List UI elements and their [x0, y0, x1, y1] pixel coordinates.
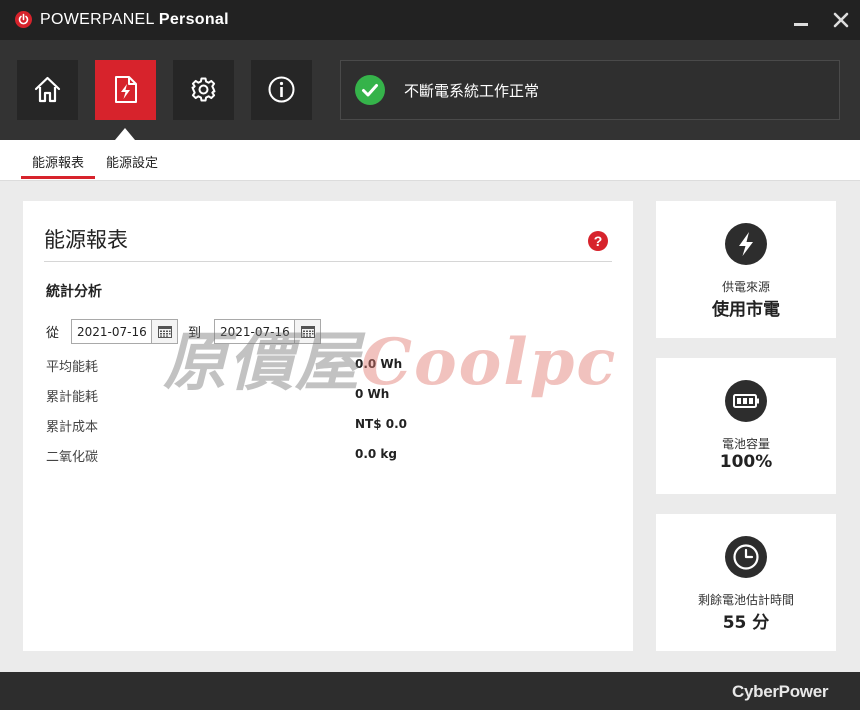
info-icon: [268, 76, 295, 103]
active-nav-pointer: [115, 128, 135, 140]
stat-cumulative-cost-label: 累計成本: [46, 420, 99, 435]
close-button[interactable]: [829, 8, 853, 32]
minimize-button[interactable]: [789, 8, 813, 32]
check-circle-icon: [355, 75, 385, 105]
date-from-value: 2021-07-16: [77, 325, 147, 339]
status-text: 不斷電系統工作正常: [404, 82, 540, 100]
stat-cumulative-consumption-label: 累計能耗: [46, 390, 99, 405]
stat-cumulative-cost-value: NT$ 0.0: [355, 417, 408, 431]
status-panel: 不斷電系統工作正常: [340, 60, 840, 120]
divider: [44, 261, 612, 262]
power-source-card: 供電來源 使用市電: [656, 201, 836, 338]
nav-settings-button[interactable]: [173, 60, 234, 120]
battery-icon: [725, 380, 767, 422]
cyberpower-logo: CyberPower: [732, 682, 829, 701]
estimated-runtime-card: 剩餘電池估計時間 55 分: [656, 514, 836, 651]
app-title-brand: POWERPANEL: [40, 11, 155, 28]
stat-co2-label: 二氧化碳: [46, 450, 99, 465]
document-bolt-icon: [115, 76, 137, 103]
app-title-edition: Personal: [158, 11, 229, 28]
power-source-label: 供電來源: [721, 280, 770, 294]
top-navigation: 不斷電系統工作正常: [0, 40, 860, 140]
lightning-icon: [725, 223, 767, 265]
minimize-icon: [794, 23, 808, 26]
card-title: 能源報表: [44, 228, 128, 252]
watermark: 原價屋Coolpc: [163, 311, 617, 403]
close-icon: [833, 12, 849, 28]
section-title: 統計分析: [46, 284, 102, 300]
tab-energy-report[interactable]: 能源報表: [32, 152, 84, 171]
date-from-label: 從: [46, 326, 60, 341]
battery-capacity-label: 電池容量: [721, 437, 770, 451]
stat-average-consumption-label: 平均能耗: [46, 360, 99, 375]
stat-co2-value: 0.0 kg: [355, 447, 398, 461]
battery-capacity-card: 電池容量 100%: [656, 358, 836, 494]
estimated-runtime-label: 剩餘電池估計時間: [697, 593, 794, 607]
gear-icon: [191, 77, 216, 102]
active-tab-indicator: [21, 176, 95, 179]
content-area: 能源報表 ? 統計分析 從 2021-07-16 到 2021-07-16 平均…: [0, 181, 860, 672]
power-logo-icon: [15, 11, 32, 28]
energy-report-card: 能源報表 ? 統計分析 從 2021-07-16 到 2021-07-16 平均…: [23, 201, 633, 651]
nav-energy-report-button[interactable]: [95, 60, 156, 120]
date-from-field[interactable]: 2021-07-16: [71, 319, 178, 344]
power-source-value: 使用市電: [712, 300, 780, 320]
question-icon[interactable]: ?: [588, 231, 608, 251]
tab-energy-settings[interactable]: 能源設定: [106, 152, 158, 171]
nav-home-button[interactable]: [17, 60, 78, 120]
tab-bar: 能源報表 能源設定: [0, 140, 860, 181]
watermark-latin: Coolpc: [361, 325, 618, 400]
app-title: POWERPANEL Personal: [40, 11, 229, 29]
title-bar: POWERPANEL Personal: [0, 0, 860, 40]
clock-icon: [725, 536, 767, 578]
battery-capacity-value: 100%: [719, 452, 773, 472]
nav-info-button[interactable]: [251, 60, 312, 120]
watermark-chinese: 原價屋: [163, 325, 361, 400]
estimated-runtime-value: 55 分: [722, 613, 770, 633]
home-icon: [34, 76, 61, 103]
footer: CyberPower: [0, 672, 860, 710]
